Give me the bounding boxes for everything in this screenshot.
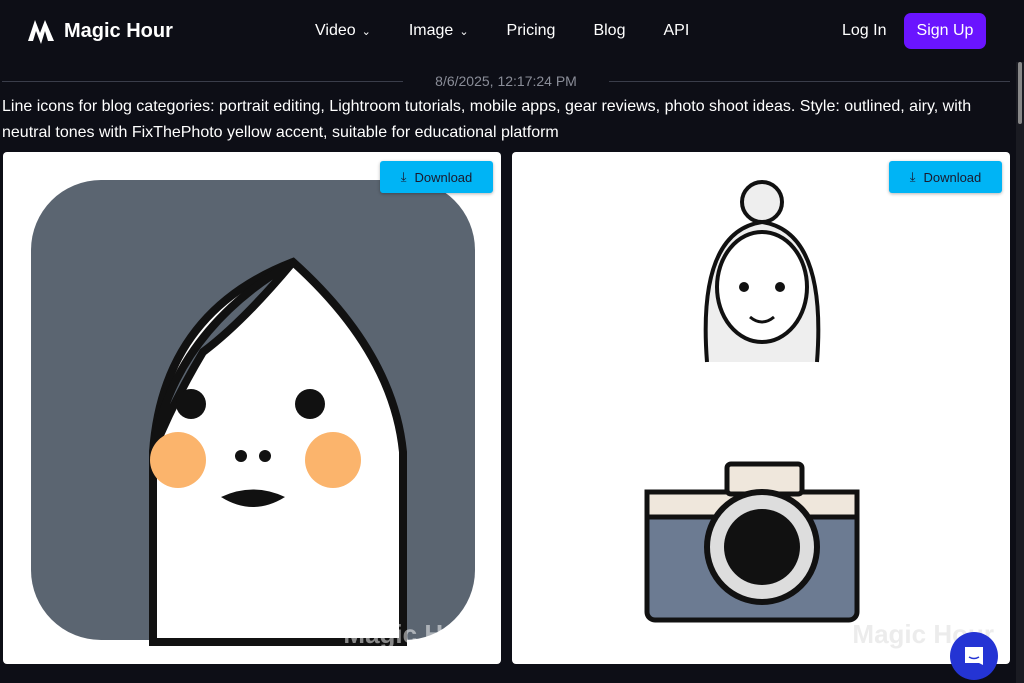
download-button[interactable]: ⤓ Download — [380, 161, 493, 193]
scrollbar[interactable] — [1016, 62, 1024, 683]
chat-icon — [965, 647, 983, 665]
download-icon: ⤓ — [909, 169, 916, 184]
nav-pricing[interactable]: Pricing — [507, 22, 556, 40]
top-nav: Magic Hour Video ⌄ Image ⌄ Pricing Blog AP… — [0, 0, 1024, 62]
brand-name: Magic Hour — [64, 19, 173, 42]
timestamp-divider: 8/6/2025, 12:17:24 PM — [2, 73, 1011, 89]
scrollbar-thumb[interactable] — [1018, 62, 1022, 124]
download-icon: ⤓ — [400, 169, 407, 184]
chevron-down-icon: ⌄ — [459, 25, 469, 38]
portrait-illustration — [31, 180, 475, 646]
magic-hour-logo-icon — [28, 20, 54, 44]
chevron-down-icon: ⌄ — [361, 25, 371, 38]
generated-image-2[interactable]: ⤓ Download Magic Hour — [512, 152, 1010, 664]
main-menu: Video ⌄ Image ⌄ Pricing Blog API — [315, 22, 727, 40]
signup-button[interactable]: Sign Up — [904, 13, 986, 49]
nav-image[interactable]: Image ⌄ — [409, 22, 469, 40]
timestamp: 8/6/2025, 12:17:24 PM — [435, 73, 577, 89]
nav-api[interactable]: API — [663, 22, 689, 40]
generated-image-1[interactable]: ⤓ Download Magic Hour — [3, 152, 501, 664]
watermark: Magic Hour — [343, 619, 485, 649]
nav-video[interactable]: Video ⌄ — [315, 22, 371, 40]
brand-logo[interactable]: Magic Hour — [26, 17, 173, 45]
download-button[interactable]: ⤓ Download — [889, 161, 1002, 193]
nav-blog[interactable]: Blog — [593, 22, 625, 40]
login-link[interactable]: Log In — [842, 22, 886, 40]
portrait-camera-illustration — [644, 180, 860, 623]
chat-button[interactable] — [950, 632, 998, 680]
prompt-text: Line icons for blog categories: portrait… — [2, 98, 972, 141]
